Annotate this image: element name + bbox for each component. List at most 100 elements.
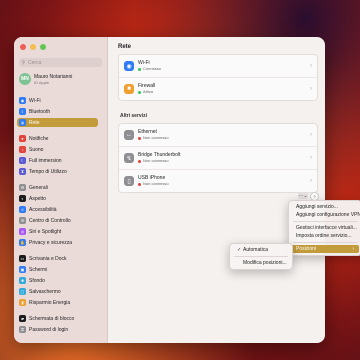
locations-submenu: ✓ Automatica Modifica posizioni...	[229, 243, 293, 270]
sidebar-item-label: Notifiche	[29, 135, 49, 142]
sidebar-item-label: Aspetto	[29, 195, 46, 202]
siri-icon: ◎	[19, 228, 26, 235]
wifi-icon: ◉	[124, 61, 134, 71]
sidebar-item-accessibilità[interactable]: ☺ Accessibilità	[17, 205, 98, 214]
sidebar-item-scrivania-e-dock[interactable]: ▭ Scrivania e Dock	[17, 254, 98, 263]
minimize-button[interactable]	[30, 44, 36, 50]
more-actions-button[interactable]: ··· ⌄	[298, 192, 308, 199]
location-label: Automatica	[243, 247, 269, 253]
menu-item-virtual-interfaces[interactable]: Gestisci interfacce virtuali...	[291, 224, 359, 232]
close-button[interactable]	[20, 44, 26, 50]
control-center-icon: ☰	[19, 217, 26, 224]
sidebar-item-label: Sfondo	[29, 277, 45, 284]
battery-icon: ▮	[19, 299, 26, 306]
sidebar-item-schermi[interactable]: ▣ Schermi	[17, 265, 98, 274]
chevron-right-icon: ›	[310, 132, 312, 138]
gear-icon: ⚙	[19, 184, 26, 191]
moon-icon: ☾	[19, 157, 26, 164]
sidebar-item-label: Salvaschermo	[29, 288, 61, 295]
bell-icon: ●	[19, 135, 26, 142]
user-account[interactable]: MN Mauro Notarianni ID Apple	[19, 73, 72, 85]
service-row-firewall[interactable]: ■ Firewall Attiva ›	[119, 77, 317, 100]
sidebar-item-label: Rete	[29, 119, 40, 126]
service-status: Connesso	[143, 66, 162, 71]
sidebar-item-label: Suono	[29, 146, 44, 153]
iphone-icon: ▯	[124, 176, 134, 186]
sidebar-item-centro-di-controllo[interactable]: ☰ Centro di Controllo	[17, 216, 98, 225]
search-placeholder: Cerca	[28, 59, 42, 66]
menu-item-add-vpn[interactable]: Aggiungi configurazione VPN	[291, 211, 360, 219]
window-controls	[20, 44, 46, 50]
location-label: Modifica posizioni...	[243, 260, 287, 266]
bluetooth-icon: ᛒ	[19, 108, 26, 115]
ethernet-icon: ↔	[124, 130, 134, 140]
network-icon: ◍	[19, 119, 26, 126]
menu-separator	[293, 242, 357, 243]
menu-item-locations[interactable]: Posizioni ›	[291, 245, 359, 253]
sidebar-item-siri-e-spotlight[interactable]: ◎ Siri e Spotlight	[17, 227, 98, 236]
sidebar-item-label: Centro di Controllo	[29, 217, 71, 224]
page-title: Rete	[118, 44, 132, 50]
service-status: Non connesso	[143, 181, 169, 186]
wallpaper-icon: ❀	[19, 277, 26, 284]
sidebar-item-label: Scrivania e Dock	[29, 255, 67, 262]
location-item-automatic[interactable]: ✓ Automatica	[232, 246, 290, 254]
speaker-icon: ♪	[19, 146, 26, 153]
main-pane: Rete ◉ Wi-Fi Connesso › ■ Firewall Attiv…	[108, 37, 325, 343]
status-dot	[138, 90, 141, 94]
menu-separator	[234, 256, 288, 257]
sidebar-item-wi-fi[interactable]: ◉ Wi-Fi	[17, 96, 98, 105]
sidebar-item-salvaschermo[interactable]: ▢ Salvaschermo	[17, 287, 98, 296]
wifi-icon: ◉	[19, 97, 26, 104]
sidebar-item-sfondo[interactable]: ❀ Sfondo	[17, 276, 98, 285]
service-row-ethernet[interactable]: ↔ Ethernet Non connesso ›	[119, 124, 317, 146]
menu-item-add-service[interactable]: Aggiungi servizio...	[291, 203, 359, 211]
sidebar-item-suono[interactable]: ♪ Suono	[17, 145, 98, 154]
avatar: MN	[19, 73, 31, 85]
chevron-down-icon: ⌄	[303, 192, 308, 199]
sidebar-item-generali[interactable]: ⚙ Generali	[17, 183, 98, 192]
status-dot	[138, 159, 141, 163]
sidebar-item-bluetooth[interactable]: ᛒ Bluetooth	[17, 107, 98, 116]
search-icon: ⚲	[21, 59, 26, 66]
lock-icon: ▰	[19, 315, 26, 322]
zoom-button[interactable]	[40, 44, 46, 50]
sidebar-item-schermata-di-blocco[interactable]: ▰ Schermata di blocco	[17, 314, 98, 323]
sidebar-item-tempo-di-utilizzo[interactable]: ⧗ Tempo di Utilizzo	[17, 167, 98, 176]
sidebar-item-aspetto[interactable]: ◐ Aspetto	[17, 194, 98, 203]
hand-icon: ✋	[19, 239, 26, 246]
appearance-icon: ◐	[19, 195, 26, 202]
sidebar-item-full-immersion[interactable]: ☾ Full immersion	[17, 156, 98, 165]
status-dot	[138, 136, 141, 140]
other-services-label: Altri servizi	[120, 113, 147, 119]
thunderbolt-icon: ↯	[124, 153, 134, 163]
sidebar-item-label: Password di login	[29, 326, 69, 333]
location-item-edit[interactable]: Modifica posizioni...	[232, 259, 290, 267]
chevron-right-icon: ›	[310, 63, 312, 69]
key-icon: ⚿	[19, 326, 26, 333]
other-services-card: ↔ Ethernet Non connesso › ↯ Bridge Thund…	[118, 123, 318, 193]
action-menu: Aggiungi servizio... Aggiungi configuraz…	[288, 200, 360, 256]
sidebar-item-label: Generali	[29, 184, 48, 191]
sidebar-item-risparmio-energia[interactable]: ▮ Risparmio Energia	[17, 298, 98, 307]
sidebar-item-rete[interactable]: ◍ Rete	[17, 118, 98, 127]
services-card: ◉ Wi-Fi Connesso › ■ Firewall Attiva ›	[118, 54, 318, 101]
menu-item-service-order[interactable]: Imposta ordine servizio...	[291, 232, 359, 240]
service-row-thunderbolt[interactable]: ↯ Bridge Thunderbolt Non connesso ›	[119, 146, 317, 169]
sidebar-item-password-di-login[interactable]: ⚿ Password di login	[17, 325, 98, 334]
sidebar-item-label: Bluetooth	[29, 108, 51, 115]
sidebar-item-label: Schermata di blocco	[29, 315, 75, 322]
sidebar: ⚲ Cerca MN Mauro Notarianni ID Apple ◉ Wi…	[14, 37, 108, 343]
sidebar-item-notifiche[interactable]: ● Notifiche	[17, 134, 98, 143]
hourglass-icon: ⧗	[19, 168, 26, 175]
service-row-usb-iphone[interactable]: ▯ USB iPhone Non connesso ›	[119, 169, 317, 192]
service-status: Attiva	[143, 89, 154, 94]
sidebar-item-label: Tempo di Utilizzo	[29, 168, 67, 175]
sidebar-item-label: Full immersion	[29, 157, 62, 164]
service-row-wifi[interactable]: ◉ Wi-Fi Connesso ›	[119, 55, 317, 77]
sidebar-item-privacy-e-sicurezza[interactable]: ✋ Privacy e sicurezza	[17, 238, 98, 247]
sidebar-item-label: Schermi	[29, 266, 48, 273]
status-dot	[138, 182, 141, 186]
search-input[interactable]: ⚲ Cerca	[19, 58, 102, 67]
menu-item-label: Posizioni	[296, 246, 317, 252]
